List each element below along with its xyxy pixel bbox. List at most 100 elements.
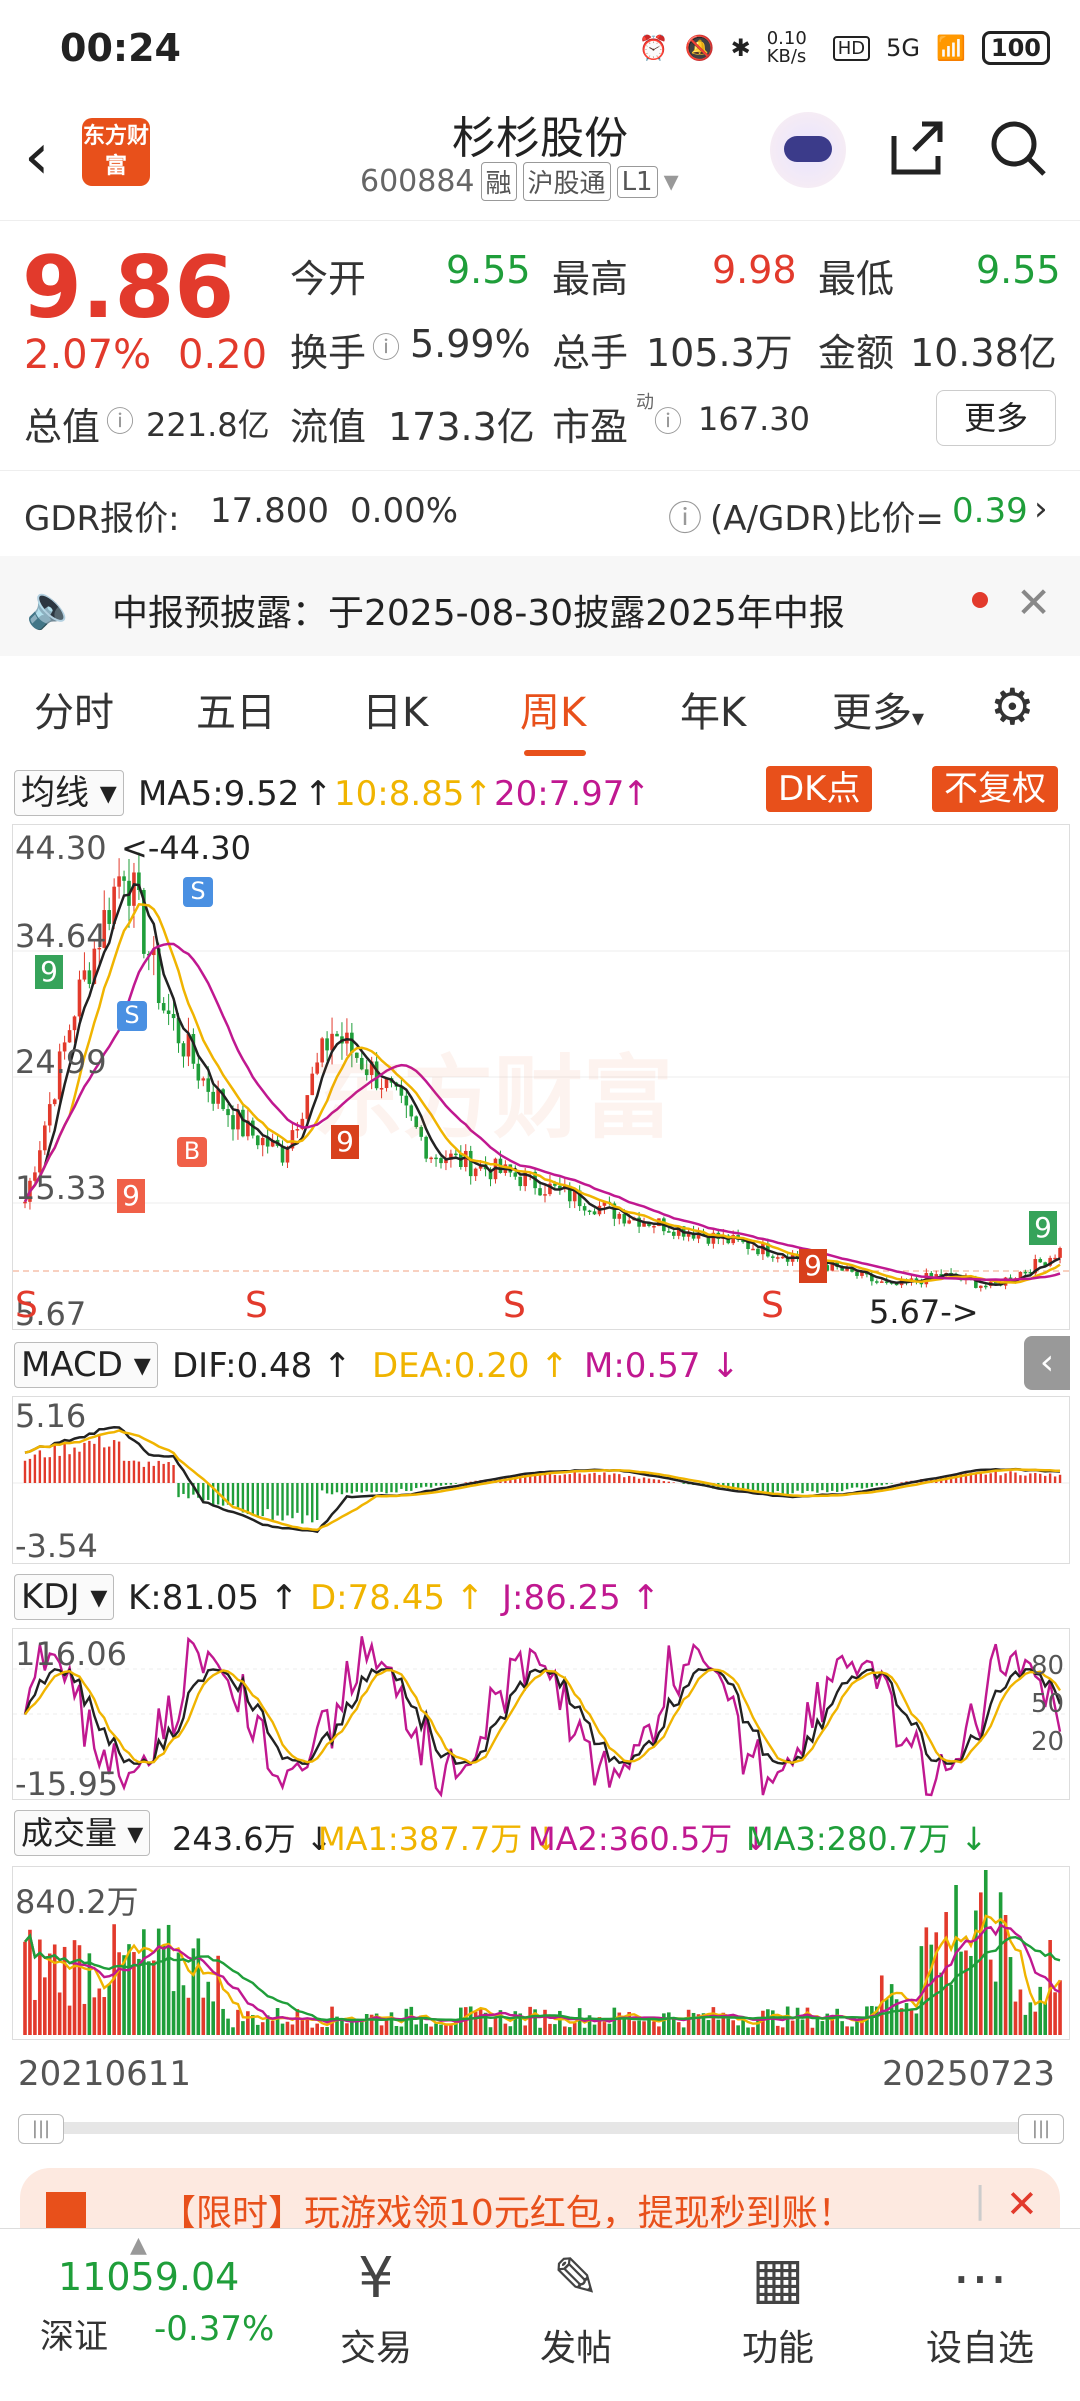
info-icon[interactable]: ⓘ	[106, 400, 134, 440]
tab-more[interactable]: 更多▾	[832, 680, 924, 738]
volume-bar	[97, 1988, 102, 2035]
volume-bar	[706, 2020, 711, 2035]
kdj-chart[interactable]: 116.06 -15.95 80 50 20	[12, 1628, 1070, 1803]
volume-bar	[404, 2008, 409, 2035]
macd-select[interactable]: MACD ▾	[14, 1342, 158, 1388]
range-handle-right[interactable]: |||	[1018, 2114, 1064, 2144]
volume-bar	[1038, 1986, 1043, 2035]
volume-bar	[523, 2025, 527, 2035]
collapse-panel-button[interactable]: ‹	[1024, 1336, 1070, 1390]
macd-chart[interactable]: 5.16 -3.54	[12, 1396, 1070, 1565]
pe-value: 167.30	[698, 400, 810, 438]
unread-dot	[972, 592, 988, 608]
volume-top-label: 840.2万	[15, 1883, 139, 1921]
candle-body	[241, 1109, 245, 1137]
search-icon[interactable]	[986, 116, 1050, 195]
candle-body	[627, 1220, 631, 1224]
promo-banner[interactable]: 【限时】玩游戏领10元红包，提现秒到账！ | ✕	[20, 2168, 1060, 2228]
kdj-bottom-label: -15.95	[15, 1765, 119, 1803]
sell-marker: S	[245, 1285, 268, 1326]
info-icon[interactable]: ⓘ	[372, 326, 400, 366]
volume-value: 243.6万 ↓	[172, 1820, 333, 1858]
info-icon[interactable]: ⓘ	[654, 400, 682, 440]
volume-bar	[775, 2025, 780, 2035]
share-icon[interactable]	[884, 116, 948, 195]
volume-select[interactable]: 成交量 ▾	[14, 1810, 151, 1856]
ma-select[interactable]: 均线 ▾	[14, 770, 124, 816]
volume-bar	[1013, 2001, 1018, 2035]
volume-bar	[761, 2010, 765, 2035]
close-icon[interactable]: ✕	[1006, 2182, 1038, 2226]
close-icon[interactable]: ✕	[1016, 578, 1051, 627]
volume-bar	[156, 1928, 161, 2035]
gdr-price: 17.800	[210, 491, 329, 531]
volume-bar	[246, 2011, 250, 2035]
volume-ma3: MA3:280.7万 ↓	[746, 1820, 988, 1858]
volume-bar	[221, 2008, 225, 2035]
volume-bar	[929, 1944, 934, 2035]
volume-bar	[959, 1951, 963, 2035]
nav-trade[interactable]: ¥ 交易	[306, 2239, 446, 2371]
gdr-row[interactable]: GDR报价: 17.800 0.00% ⓘ (A/GDR)比价= 0.39 ›	[0, 470, 1080, 551]
kline-level-3: 24.99	[15, 1043, 107, 1081]
nav-post[interactable]: ✎ 发帖	[506, 2239, 646, 2371]
tab-daily[interactable]: 日K	[362, 680, 428, 738]
open-value: 9.55	[446, 248, 531, 292]
volume-bar	[790, 2020, 795, 2035]
assistant-avatar[interactable]	[770, 112, 846, 188]
volume-bar	[176, 1952, 181, 2035]
stock-code-row[interactable]: 600884 融 沪股通 L1 ▾	[360, 162, 679, 201]
dk-point-button[interactable]: DK点	[766, 766, 873, 812]
kline-chart[interactable]: 44.30 <-44.30 34.64 24.99 15.33 5.67 5.6…	[12, 824, 1070, 1333]
volume-bar	[325, 2027, 329, 2035]
nav-watchlist[interactable]: ⋯ 设自选	[910, 2239, 1050, 2371]
chevron-right-icon: ›	[1034, 489, 1048, 529]
nine-count-badge: 9	[35, 955, 63, 989]
candle-body	[543, 1194, 547, 1196]
nav-function[interactable]: ▦ 功能	[708, 2239, 848, 2371]
kdj-select[interactable]: KDJ ▾	[14, 1574, 115, 1620]
stock-code: 600884	[360, 164, 475, 199]
candle-body	[87, 970, 92, 984]
volume-bar	[47, 1953, 52, 2035]
volume-bar	[186, 1997, 191, 2035]
volume-bar	[359, 2021, 364, 2035]
ma20-arrow: ↑	[622, 774, 651, 814]
volume-bar	[320, 2026, 324, 2035]
open-label: 今开	[290, 257, 367, 301]
volume-bar	[815, 2018, 820, 2035]
volume-chart[interactable]: 840.2万	[12, 1866, 1070, 2040]
kdj-line	[23, 1636, 1062, 1798]
tab-yearly[interactable]: 年K	[680, 680, 746, 738]
index-value[interactable]: 11059.04	[58, 2255, 239, 2299]
mktcap-label: 总值	[24, 405, 101, 449]
settings-icon[interactable]: ⚙	[990, 678, 1035, 736]
volume-bar	[1018, 1989, 1023, 2035]
pe-sup: 动	[636, 392, 654, 413]
alarm-icon: ⏰	[638, 34, 669, 62]
volume-bar	[429, 2026, 433, 2035]
tab-minute[interactable]: 分时	[34, 680, 114, 738]
mute-icon: 🔕	[684, 34, 715, 62]
candle-body	[617, 1213, 622, 1219]
candle-body	[771, 1256, 775, 1258]
candle-body	[255, 1135, 260, 1146]
tab-five-day[interactable]: 五日	[196, 680, 276, 738]
volume-bar	[850, 2026, 854, 2035]
volume-bar	[671, 2018, 676, 2035]
divider: |	[974, 2180, 987, 2221]
tab-weekly[interactable]: 周K	[520, 680, 586, 738]
range-handle-left[interactable]: |||	[18, 2114, 64, 2144]
notice-bar[interactable]: 🔈 中报预披露：于2025-08-30披露2025年中报 ✕	[0, 556, 1080, 656]
more-button[interactable]: 更多	[936, 390, 1056, 446]
volume-bar	[622, 2018, 627, 2035]
volume-bar	[602, 2021, 607, 2035]
help-icon[interactable]: ⓘ	[668, 491, 702, 540]
volume-bar	[810, 2027, 815, 2035]
bottom-nav: 11059.04 ▲ 深证 -0.37% ¥ 交易 ✎ 发帖 ▦ 功能 ⋯ 设自选	[0, 2228, 1080, 2401]
range-slider-track[interactable]	[18, 2122, 1062, 2134]
ma10-value: 10:8.85	[334, 774, 465, 814]
volume-bar	[384, 2020, 389, 2035]
volume-bar	[904, 2003, 909, 2035]
adjust-button[interactable]: 不复权	[932, 766, 1058, 812]
